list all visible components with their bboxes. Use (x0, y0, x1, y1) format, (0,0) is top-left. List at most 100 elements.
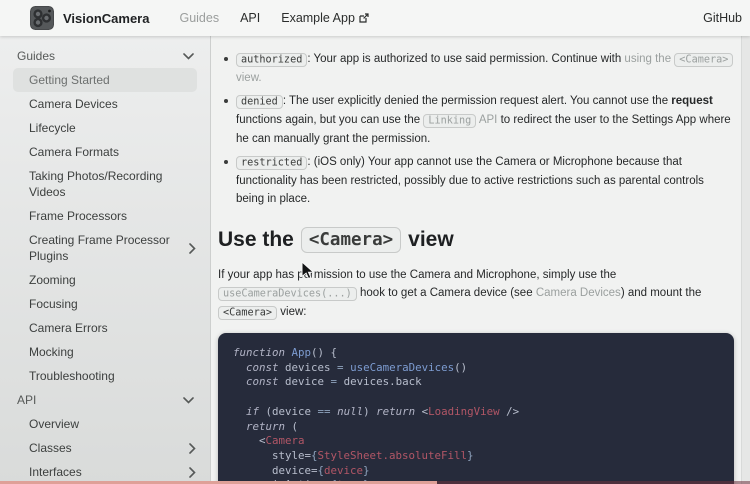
mouse-cursor (301, 261, 315, 280)
usecameradevices-link[interactable]: useCameraDevices(...) (218, 287, 357, 299)
brand-title[interactable]: VisionCamera (63, 11, 149, 26)
code-token: devices.back (337, 375, 422, 388)
sidebar-item-lifecycle[interactable]: Lifecycle (0, 116, 210, 140)
nav-item-example-app[interactable]: Example App (281, 11, 369, 25)
code-token: () (454, 361, 467, 374)
sidebar-item-classes[interactable]: Classes (0, 436, 210, 460)
sidebar-item-troubleshooting[interactable]: Troubleshooting (0, 364, 210, 388)
page-scrollbar-track[interactable] (741, 36, 750, 484)
navbar: VisionCamera Guides API Example App GitH… (0, 0, 750, 36)
camera-devices-link[interactable]: Camera Devices (536, 287, 621, 299)
inline-code-restricted: restricted (236, 156, 307, 170)
inline-code-denied: denied (236, 95, 283, 109)
code-token: (device (259, 405, 318, 418)
intro-paragraph: If your app has permission to use the Ca… (218, 266, 734, 322)
code-token (233, 375, 246, 388)
code-line: <Camera (233, 434, 719, 449)
code-line: function App() { (233, 346, 719, 361)
code-line: style={StyleSheet.absoluteFill} (233, 449, 719, 464)
code-token: () { (311, 346, 337, 359)
link-text: view. (236, 72, 262, 84)
code-token: devices (279, 361, 338, 374)
sidebar-category-guides[interactable]: Guides (0, 44, 210, 68)
code-token: /> (500, 405, 520, 418)
body-text: functions again, but you can use the (236, 114, 423, 126)
sidebar-item-creating-frame-processor-plugins[interactable]: Creating Frame Processor Plugins (0, 228, 210, 268)
sidebar-item-label: Taking Photos/Recording Videos (29, 168, 196, 200)
chevron-right-icon (189, 443, 196, 454)
sidebar-item-camera-formats[interactable]: Camera Formats (0, 140, 210, 164)
code-token: Camera (266, 434, 305, 447)
inline-code-authorized: authorized (236, 53, 307, 67)
code-token: device= (233, 464, 318, 477)
nav-item-api[interactable]: API (240, 11, 260, 25)
code-line: const devices = useCameraDevices() (233, 361, 719, 376)
inline-code-camera: <Camera> (301, 227, 401, 253)
sidebar-item-label: Frame Processors (29, 208, 196, 224)
code-token (233, 405, 246, 418)
sidebar-item-label: Camera Devices (29, 96, 196, 112)
sidebar-item-mocking[interactable]: Mocking (0, 340, 210, 364)
chevron-down-icon (183, 53, 194, 60)
sidebar-item-zooming[interactable]: Zooming (0, 268, 210, 292)
code-token: == (318, 405, 331, 418)
sidebar-item-camera-devices[interactable]: Camera Devices (0, 92, 210, 116)
sidebar-item-label: Classes (29, 440, 183, 456)
permission-status-list: authorized: Your app is authorized to us… (218, 50, 734, 208)
sidebar-item-label: Interfaces (29, 464, 183, 480)
section-heading: Use the <Camera> view (218, 227, 734, 253)
body-text: : (iOS only) Your app cannot use the Cam… (236, 156, 704, 205)
sidebar-category-api[interactable]: API (0, 388, 210, 412)
external-link-icon (359, 13, 369, 23)
inline-code-camera: <Camera> (218, 306, 277, 320)
inline-code-camera: <Camera> (674, 53, 733, 67)
link-text: API (476, 114, 497, 126)
sidebar-item-overview[interactable]: Overview (0, 412, 210, 436)
code-token: LoadingView (428, 405, 500, 418)
nav-item-example-app-label: Example App (281, 11, 355, 25)
code-token: < (233, 434, 266, 447)
nav-item-github[interactable]: GitHub (703, 11, 742, 25)
code-line: return ( (233, 420, 719, 435)
code-token (233, 420, 246, 433)
code-token: return (376, 405, 415, 418)
sidebar-item-getting-started[interactable]: Getting Started (13, 68, 197, 92)
code-token: style= (233, 449, 311, 462)
visioncamera-logo-icon[interactable] (30, 6, 54, 30)
sidebar: Guides Getting Started Camera Devices Li… (0, 36, 211, 484)
code-token: device (279, 375, 331, 388)
code-token: ( (285, 420, 298, 433)
sidebar-item-label: Mocking (29, 344, 196, 360)
code-token: const (246, 375, 279, 388)
code-token: device (324, 464, 363, 477)
heading-text: view (408, 228, 454, 252)
doc-content: authorized: Your app is authorized to us… (211, 36, 750, 484)
sidebar-item-focusing[interactable]: Focusing (0, 292, 210, 316)
sidebar-item-label: Getting Started (29, 72, 191, 88)
code-token: < (415, 405, 428, 418)
code-token: StyleSheet.absoluteFill (318, 449, 468, 462)
sidebar-item-camera-errors[interactable]: Camera Errors (0, 316, 210, 340)
list-item: restricted: (iOS only) Your app cannot u… (218, 153, 734, 208)
body-text: ) and mount the (621, 287, 702, 299)
nav-item-guides[interactable]: Guides (179, 11, 219, 25)
bold-text: request (671, 95, 713, 107)
inline-code-usecameradevices: useCameraDevices(...) (218, 287, 357, 301)
sidebar-item-label: Camera Formats (29, 144, 196, 160)
code-token: function (233, 346, 285, 359)
code-token: } (363, 464, 370, 477)
linking-api-link[interactable]: Linking API (423, 114, 497, 126)
code-block[interactable]: function App() { const devices = useCame… (218, 333, 734, 484)
code-token: useCameraDevices (350, 361, 454, 374)
code-token: App (292, 346, 312, 359)
heading-text: Use the (218, 228, 294, 252)
sidebar-item-label: Overview (29, 416, 196, 432)
body-text: : Your app is authorized to use said per… (307, 53, 624, 65)
sidebar-item-label: Focusing (29, 296, 196, 312)
code-body: function App() { const devices = useCame… (233, 346, 719, 484)
list-item: authorized: Your app is authorized to us… (218, 50, 734, 87)
body-text: hook to get a Camera device (see (357, 287, 536, 299)
sidebar-item-frame-processors[interactable]: Frame Processors (0, 204, 210, 228)
sidebar-item-taking-photos[interactable]: Taking Photos/Recording Videos (0, 164, 210, 204)
chevron-down-icon (183, 397, 194, 404)
